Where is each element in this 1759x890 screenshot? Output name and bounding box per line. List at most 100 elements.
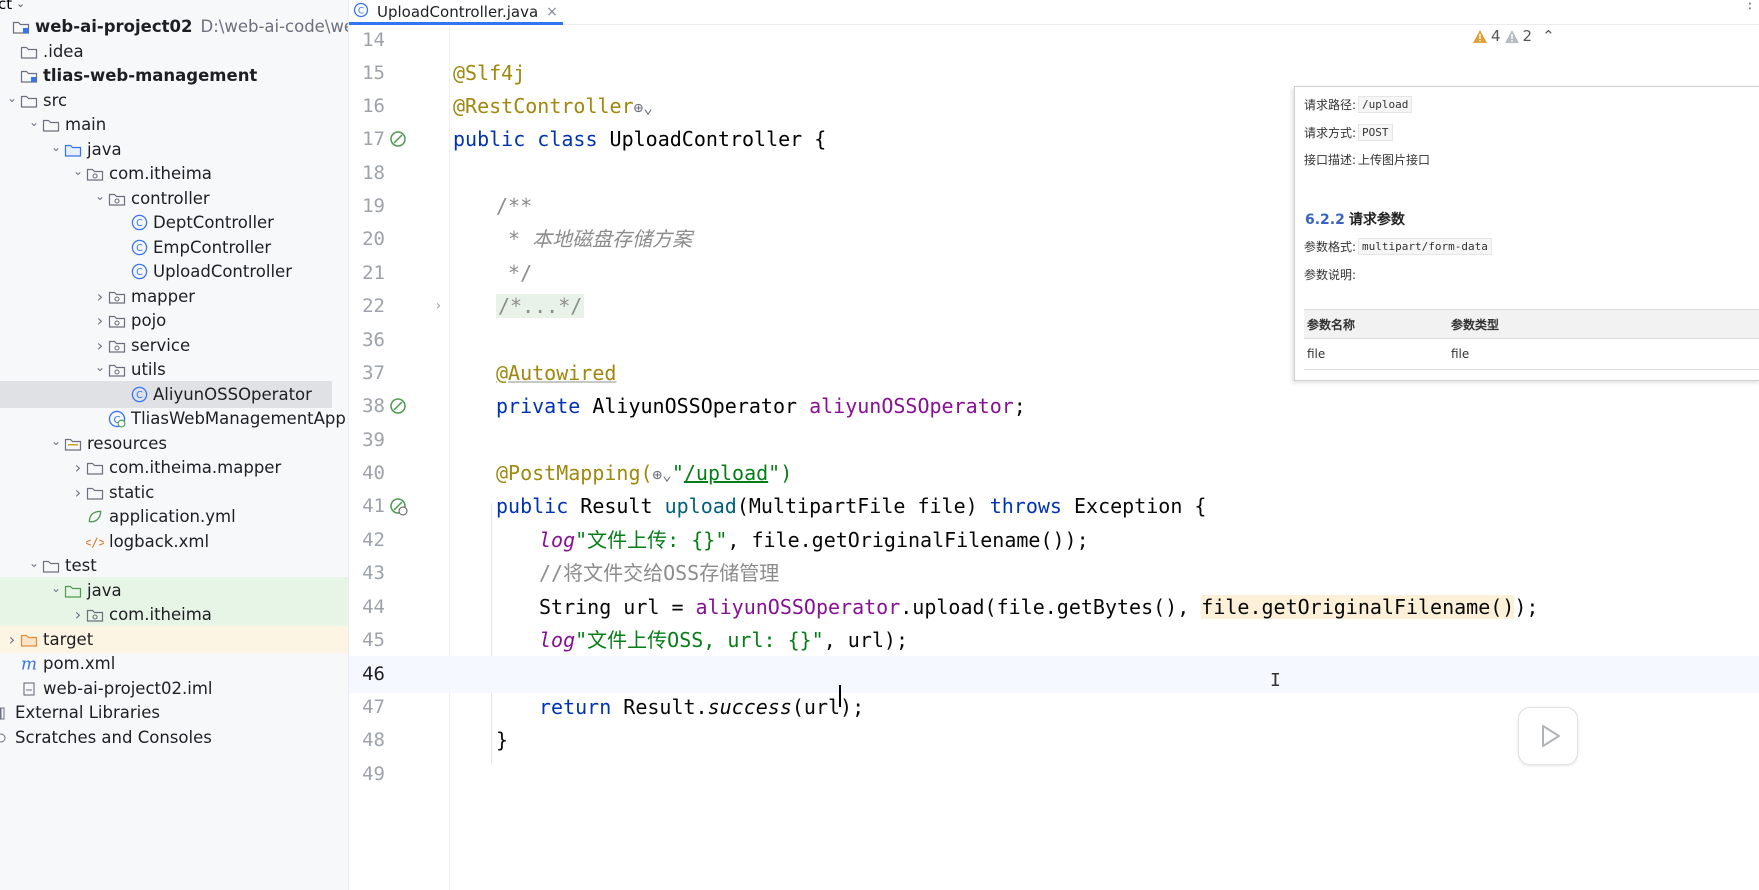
- line-number: 16: [362, 95, 385, 117]
- tree-item-main[interactable]: ⌄ main: [0, 111, 348, 138]
- chevron-right-icon[interactable]: ›: [70, 605, 86, 624]
- spring-boot-app-icon: C: [108, 410, 126, 428]
- collapse-icon[interactable]: ⌃: [1542, 27, 1555, 45]
- spring-bean-icon[interactable]: [389, 397, 409, 417]
- tree-item-static[interactable]: › static: [0, 479, 348, 506]
- class-icon: C: [353, 2, 369, 22]
- project-panel-title[interactable]: ct: [0, 0, 12, 12]
- tree-item-com-itheima[interactable]: › com.itheima: [0, 601, 348, 628]
- tree-item-aliyunossoperator[interactable]: C AliyunOSSOperator: [0, 381, 332, 408]
- code-token: aliyunOSSOperator: [695, 595, 901, 619]
- tree-item-label: .idea: [43, 42, 84, 61]
- code-content: log"文件上传OSS, url: {}", url);: [539, 622, 908, 659]
- inspection-widget[interactable]: 4 2 ⌃: [1473, 26, 1555, 46]
- tree-item-controller[interactable]: ⌄ controller: [0, 185, 348, 212]
- doc-method-row: 请求方式: POST: [1304, 122, 1393, 142]
- doc-desc-row: 接口描述: 上传图片接口: [1304, 149, 1430, 169]
- doc-section-number: 6.2.2: [1305, 212, 1345, 228]
- chevron-down-icon[interactable]: ⌄: [48, 140, 64, 154]
- code-line[interactable]: 41 public Result upload(MultipartFile fil…: [349, 488, 1759, 525]
- doc-desc-value: 上传图片接口: [1358, 152, 1431, 167]
- code-line[interactable]: 38 private AliyunOSSOperator aliyunOSSOpe…: [349, 388, 1759, 425]
- code-token: @Autowired: [496, 361, 617, 385]
- tree-item-tliaswebmanagementapp[interactable]: C TliasWebManagementApp: [0, 405, 348, 432]
- tree-item-application-yml[interactable]: application.yml: [0, 503, 348, 530]
- code-token: }: [496, 728, 509, 752]
- text-caret: [839, 685, 841, 707]
- chevron-right-icon[interactable]: ›: [92, 336, 108, 355]
- code-content: log"文件上传: {}", file.getOriginalFilename(…: [539, 522, 1089, 559]
- chevron-right-icon[interactable]: ›: [70, 483, 86, 502]
- folder-icon: [20, 92, 38, 110]
- code-line[interactable]: 39: [349, 422, 1759, 459]
- package-icon: [108, 190, 126, 208]
- chevron-down-icon[interactable]: ⌄: [48, 581, 64, 595]
- code-line[interactable]: 40 @PostMapping(⊕⌄"/upload"): [349, 455, 1759, 492]
- tree-item-resources[interactable]: ⌄ resources: [0, 430, 348, 457]
- tree-item-web-ai-project02-iml[interactable]: web-ai-project02.iml: [0, 675, 348, 702]
- chevron-down-icon[interactable]: ⌄: [26, 115, 42, 129]
- tree-item-test[interactable]: ⌄ test: [0, 552, 348, 579]
- tree-item-web-ai-project02[interactable]: web-ai-project02 D:\web-ai-code\web-ai-p: [0, 13, 348, 40]
- tree-item-label: com.itheima: [109, 164, 212, 183]
- chevron-down-icon[interactable]: ⌄: [92, 360, 108, 374]
- tree-item-deptcontroller[interactable]: C DeptController: [0, 209, 348, 236]
- chevron-down-icon[interactable]: ⌄: [16, 0, 25, 10]
- tree-item-pom-xml[interactable]: m pom.xml: [0, 650, 348, 677]
- tree-item-scratches-and-consoles[interactable]: Scratches and Consoles: [0, 724, 336, 751]
- code-line[interactable]: 43 //将文件交给OSS存储管理: [349, 555, 1759, 592]
- tree-item-java[interactable]: ⌄ java: [0, 577, 348, 604]
- tree-item-empcontroller[interactable]: C EmpController: [0, 234, 348, 261]
- tree-item-label: java: [87, 581, 122, 600]
- code-token: , url);: [823, 628, 908, 652]
- code-line[interactable]: 44 String url = aliyunOSSOperator.upload(…: [349, 589, 1759, 626]
- excluded-folder-icon: [20, 631, 38, 649]
- tree-item-src[interactable]: ⌄ src: [0, 87, 348, 114]
- svg-text:C: C: [136, 267, 143, 278]
- chevron-down-icon[interactable]: ⌄: [4, 91, 20, 105]
- code-token: @RestController: [453, 94, 634, 118]
- tree-item-mapper[interactable]: › mapper: [0, 283, 348, 310]
- more-options-icon[interactable]: ⋮: [1743, 0, 1757, 12]
- tree-item-label: test: [65, 556, 97, 575]
- tree-item-com-itheima-mapper[interactable]: › com.itheima.mapper: [0, 454, 348, 481]
- chevron-right-icon[interactable]: ›: [70, 458, 86, 477]
- code-line[interactable]: 42 log"文件上传: {}", file.getOriginalFilenam…: [349, 522, 1759, 559]
- chevron-down-icon[interactable]: ⌄: [26, 556, 42, 570]
- tree-item-target[interactable]: › target: [0, 626, 348, 653]
- tree-item-java[interactable]: ⌄ java: [0, 136, 348, 163]
- tree-item-label: UploadController: [153, 262, 292, 281]
- tree-item-utils[interactable]: ⌄ utils: [0, 356, 348, 383]
- spring-endpoint-icon[interactable]: [389, 497, 409, 517]
- chevron-down-icon[interactable]: ⌄: [70, 164, 86, 178]
- package-icon: [108, 312, 126, 330]
- tab-label: UploadController.java: [377, 3, 539, 21]
- line-number: 39: [362, 429, 385, 451]
- chevron-right-icon[interactable]: ›: [92, 311, 108, 330]
- chevron-down-icon[interactable]: ⌄: [48, 434, 64, 448]
- svg-text:C: C: [136, 390, 143, 401]
- close-icon[interactable]: ×: [546, 4, 558, 20]
- code-token: throws: [989, 494, 1075, 518]
- tree-item-uploadcontroller[interactable]: C UploadController: [0, 258, 348, 285]
- tab-uploadcontroller[interactable]: C UploadController.java ×: [349, 0, 563, 25]
- tree-item-com-itheima[interactable]: ⌄ com.itheima: [0, 160, 348, 187]
- tree-item-service[interactable]: › service: [0, 332, 348, 359]
- code-line[interactable]: 45 log"文件上传OSS, url: {}", url);: [349, 622, 1759, 659]
- tree-item-label: target: [43, 630, 94, 649]
- tree-item-logback-xml[interactable]: </> logback.xml: [0, 528, 348, 555]
- package-icon: [108, 288, 126, 306]
- doc-format-row: 参数格式: multipart/form-data: [1304, 236, 1492, 256]
- tree-item-idea[interactable]: .idea: [0, 38, 348, 65]
- line-number: 45: [362, 629, 385, 651]
- spring-bean-icon[interactable]: [389, 130, 409, 150]
- tree-item-external-libraries[interactable]: External Libraries: [0, 699, 336, 726]
- chevron-down-icon[interactable]: ⌄: [92, 189, 108, 203]
- tree-item-tlias-web-management[interactable]: tlias-web-management: [0, 62, 348, 89]
- tree-item-pojo[interactable]: › pojo: [0, 307, 348, 334]
- chevron-right-icon[interactable]: ›: [92, 287, 108, 306]
- fold-expand-icon[interactable]: ›: [434, 288, 442, 325]
- chevron-right-icon[interactable]: ›: [4, 630, 20, 649]
- code-line[interactable]: 46: [349, 656, 1759, 693]
- video-play-button[interactable]: [1518, 707, 1578, 765]
